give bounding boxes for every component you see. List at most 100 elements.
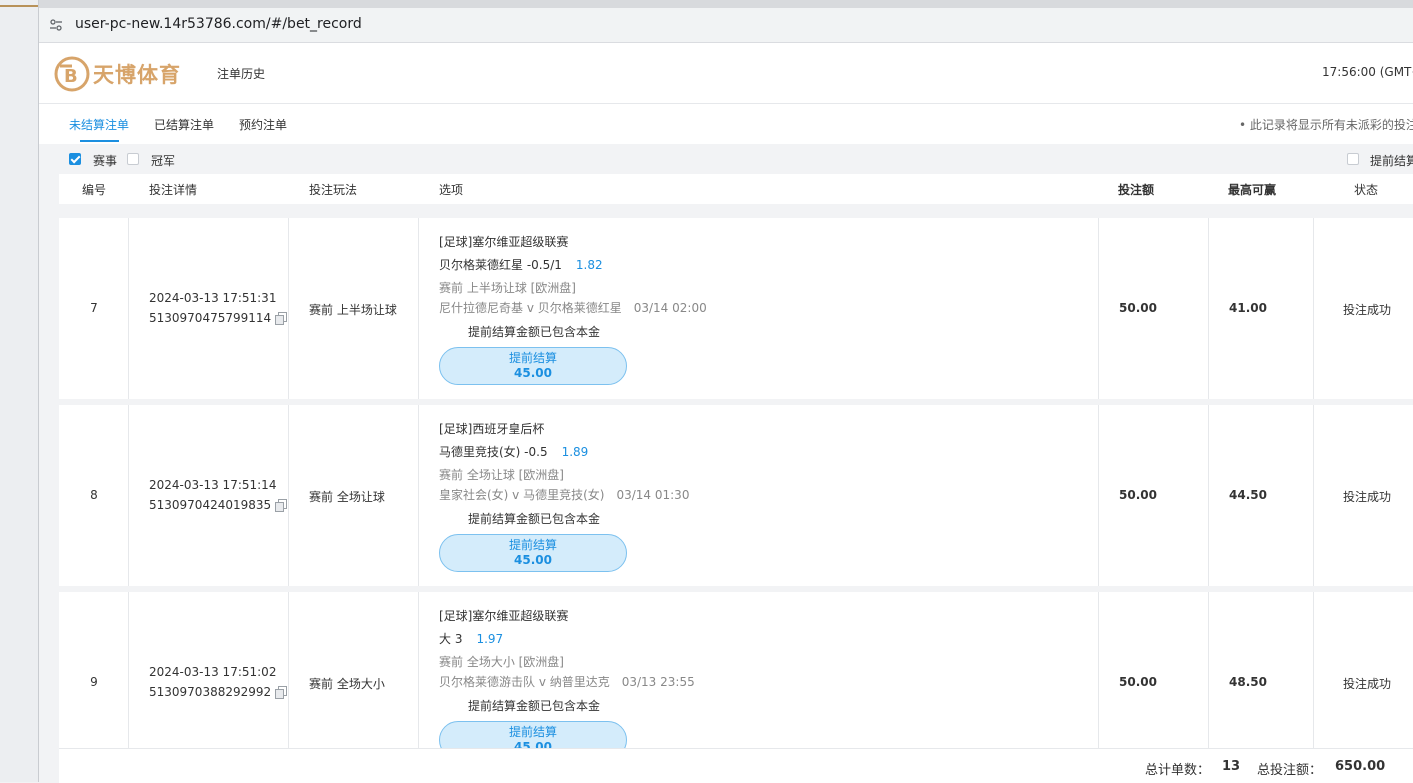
champion-checkbox[interactable]: [127, 153, 139, 165]
bet-play: 赛前 全场大小: [309, 677, 385, 691]
col-max-win: 最高可赢: [1228, 183, 1277, 197]
cell-index: 9: [59, 592, 129, 773]
copy-icon[interactable]: [275, 499, 288, 512]
cashout-note: 提前结算金额已包含本金: [468, 699, 601, 713]
pick-text: 大 3: [439, 632, 463, 646]
total-count-label: 总计单数：: [1145, 763, 1211, 778]
total-amount: 650.00: [1335, 759, 1386, 774]
odds-value: 1.89: [561, 445, 589, 459]
match-teams: 尼什拉德尼奇基 v 贝尔格莱德红星: [439, 301, 622, 315]
cashout-button[interactable]: 提前结算 45.00: [439, 347, 627, 385]
copy-icon[interactable]: [275, 312, 288, 325]
cell-option: [足球]塞尔维亚超级联赛 大 3 1.97 赛前 全场大小 [欧洲盘] 贝尔格莱德…: [419, 592, 1099, 773]
col-option: 选项: [439, 183, 464, 197]
league-name: [足球]西班牙皇后杯: [439, 422, 545, 436]
cashout-note: 提前结算金额已包含本金: [468, 325, 601, 339]
copy-icon[interactable]: [275, 686, 288, 699]
bet-pick: 贝尔格莱德红星 -0.5/1 1.82: [439, 256, 603, 273]
odds-value: 1.82: [575, 258, 603, 272]
col-detail: 投注详情: [149, 183, 198, 197]
cell-amount: 50.00: [1099, 592, 1209, 773]
match-time: 03/13 23:55: [621, 675, 695, 689]
brand-logo[interactable]: B 天博体育: [53, 55, 193, 93]
match-teams: 贝尔格莱德游击队 v 纳普里达克: [439, 675, 610, 689]
total-count: 13: [1222, 759, 1241, 774]
order-id-text: 5130970475799114: [149, 311, 272, 325]
bet-amount: 50.00: [1119, 675, 1157, 689]
cell-max-win: 44.50: [1209, 405, 1314, 586]
cashout-value: 45.00: [514, 366, 552, 380]
cashout-label: 提前结算: [508, 538, 557, 552]
status-text: 投注成功: [1343, 303, 1392, 317]
match-teams: 皇家社会(女) v 马德里竞技(女): [439, 488, 605, 502]
cell-detail: 2024-03-13 17:51:02 5130970388292992: [129, 592, 289, 773]
bet-pick: 马德里竞技(女) -0.5 1.89: [439, 443, 588, 460]
active-tab-indicator: [80, 140, 119, 142]
cell-status: 投注成功: [1314, 218, 1413, 399]
league-name: [足球]塞尔维亚超级联赛: [439, 235, 569, 249]
desktop-left-strip: [0, 0, 39, 782]
table-row: 7 2024-03-13 17:51:31 5130970475799114 赛…: [59, 218, 1413, 399]
early-settle-checkbox[interactable]: [1347, 153, 1359, 165]
cashout-label: 提前结算: [508, 725, 557, 739]
early-settle-checkbox-label[interactable]: 提前结算: [1370, 152, 1413, 169]
address-bar[interactable]: user-pc-new.14r53786.com/#/bet_record: [39, 8, 1413, 43]
market-info: 赛前 上半场让球 [欧洲盘]: [439, 281, 576, 295]
brand-emblem-icon: B: [54, 56, 90, 92]
total-amount-label: 总投注额：: [1257, 763, 1323, 778]
url-text[interactable]: user-pc-new.14r53786.com/#/bet_record: [75, 16, 362, 32]
cashout-button[interactable]: 提前结算 45.00: [439, 534, 627, 572]
brand-name: 天博体育: [93, 63, 181, 87]
cell-play: 赛前 全场大小: [289, 592, 419, 773]
cell-detail: 2024-03-13 17:51:14 5130970424019835: [129, 405, 289, 586]
server-clock: 17:56:00 (GMT+8: [1322, 65, 1413, 79]
bet-index: 9: [90, 675, 98, 689]
event-checkbox-label[interactable]: 赛事: [93, 152, 117, 169]
cell-status: 投注成功: [1314, 592, 1413, 773]
col-play: 投注玩法: [309, 183, 358, 197]
status-text: 投注成功: [1343, 490, 1392, 504]
table-header: 编号 投注详情 投注玩法 选项 投注额 最高可赢 状态: [59, 174, 1413, 204]
bet-amount: 50.00: [1119, 301, 1157, 315]
cell-option: [足球]塞尔维亚超级联赛 贝尔格莱德红星 -0.5/1 1.82 赛前 上半场让球…: [419, 218, 1099, 399]
table-row: 8 2024-03-13 17:51:14 5130970424019835 赛…: [59, 405, 1413, 586]
bet-play: 赛前 全场让球: [309, 490, 385, 504]
page-header: B 天博体育 注单历史 17:56:00 (GMT+8: [39, 43, 1413, 104]
cell-index: 7: [59, 218, 129, 399]
bet-index: 7: [90, 301, 98, 315]
cell-play: 赛前 全场让球: [289, 405, 419, 586]
tab-unsettled[interactable]: 未结算注单: [69, 116, 129, 133]
league-name: [足球]塞尔维亚超级联赛: [439, 609, 569, 623]
table-row: 9 2024-03-13 17:51:02 5130970388292992 赛…: [59, 592, 1413, 773]
bet-datetime: 2024-03-13 17:51:02: [149, 665, 277, 679]
bet-datetime: 2024-03-13 17:51:14: [149, 478, 277, 492]
site-settings-icon[interactable]: [49, 18, 63, 32]
market-info: 赛前 全场大小 [欧洲盘]: [439, 655, 564, 669]
page-title: 注单历史: [217, 67, 266, 81]
order-id: 5130970475799114: [149, 311, 288, 325]
records-notice: • 此记录将显示所有未派彩的投注: [1239, 118, 1413, 132]
cashout-note: 提前结算金额已包含本金: [468, 512, 601, 526]
event-checkbox[interactable]: [69, 153, 81, 165]
bet-amount: 50.00: [1119, 488, 1157, 502]
bet-max-win: 48.50: [1229, 675, 1267, 689]
tab-reserved[interactable]: 预约注单: [239, 116, 287, 133]
bet-max-win: 41.00: [1229, 301, 1267, 315]
col-index: 编号: [82, 183, 107, 197]
order-id-text: 5130970388292992: [149, 685, 272, 699]
bet-datetime: 2024-03-13 17:51:31: [149, 291, 277, 305]
pick-text: 贝尔格莱德红星 -0.5/1: [439, 258, 562, 272]
filter-bar: 赛事 冠军 提前结算: [59, 148, 1413, 173]
svg-text:B: B: [64, 66, 78, 87]
champion-checkbox-label[interactable]: 冠军: [151, 152, 175, 169]
order-id-text: 5130970424019835: [149, 498, 272, 512]
order-id: 5130970388292992: [149, 685, 288, 699]
cell-amount: 50.00: [1099, 218, 1209, 399]
match-info: 贝尔格莱德游击队 v 纳普里达克 03/13 23:55: [439, 673, 695, 690]
cashout-value: 45.00: [514, 553, 552, 567]
cell-max-win: 48.50: [1209, 592, 1314, 773]
tab-settled[interactable]: 已结算注单: [154, 116, 214, 133]
cell-status: 投注成功: [1314, 405, 1413, 586]
match-info: 尼什拉德尼奇基 v 贝尔格莱德红星 03/14 02:00: [439, 299, 707, 316]
match-info: 皇家社会(女) v 马德里竞技(女) 03/14 01:30: [439, 486, 689, 503]
